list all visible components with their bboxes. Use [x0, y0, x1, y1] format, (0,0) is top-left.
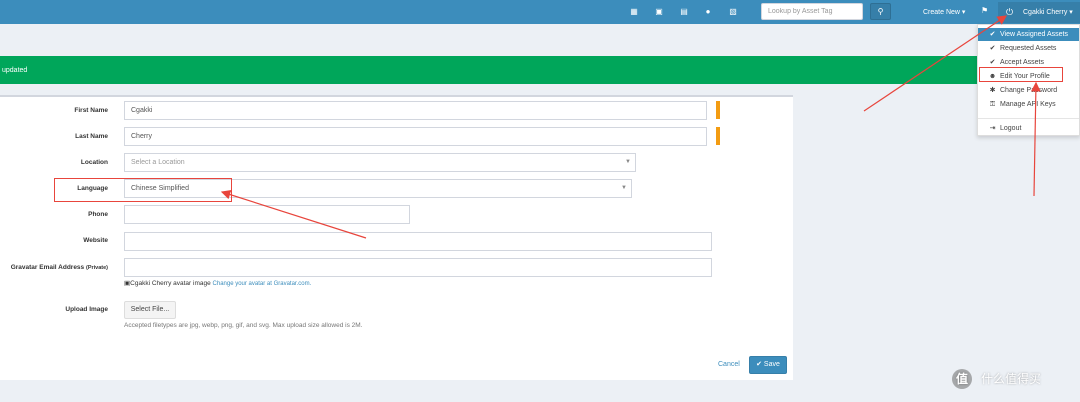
gravatar-link[interactable]: Change your avatar at Gravatar.com. — [213, 281, 312, 287]
required-indicator — [716, 101, 720, 119]
cancel-link[interactable]: Cancel — [718, 361, 740, 368]
success-alert: updated — [0, 56, 1080, 84]
edit-profile-highlight-box — [979, 67, 1063, 82]
menu-item-requested-assets[interactable]: ✔ Requested Assets — [978, 42, 1079, 55]
menu-item-label: Requested Assets — [1000, 45, 1057, 52]
check-icon: ✔ — [989, 31, 996, 38]
keyboard-icon[interactable]: ▤ — [679, 7, 689, 17]
first-name-label: First Name — [74, 107, 108, 114]
last-name-label: Last Name — [75, 133, 108, 140]
power-icon: ⏻ — [1006, 7, 1014, 17]
tint-icon[interactable]: ● — [703, 7, 713, 17]
menu-item-label: Logout — [1000, 125, 1022, 132]
website-label: Website — [83, 237, 108, 244]
phone-field[interactable] — [124, 205, 410, 224]
search-button[interactable]: ⚲ — [870, 3, 891, 20]
caret-down-icon: ▼ — [625, 159, 631, 165]
asset-tag-search-input[interactable] — [761, 3, 863, 20]
gravatar-label-text: Gravatar Email Address — [10, 264, 85, 271]
license-icon[interactable]: ▣ — [654, 7, 664, 17]
menu-divider — [978, 118, 1079, 119]
avatar-row: ▣Cgakki Cherry avatar image Change your … — [124, 279, 311, 287]
barcode-icon[interactable]: ▦ — [629, 7, 639, 17]
select-file-button[interactable]: Select File... — [124, 301, 176, 319]
menu-item-change-password[interactable]: ✱ Change Password — [978, 84, 1079, 97]
search-icon: ⚲ — [877, 7, 884, 16]
menu-item-view-assigned-assets[interactable]: ✔ View Assigned Assets — [978, 28, 1079, 41]
location-select[interactable]: Select a Location ▼ — [124, 153, 636, 172]
website-field[interactable] — [124, 232, 712, 251]
watermark-text: 什么值得买 — [981, 372, 1042, 386]
sign-out-icon: ⇥ — [989, 125, 996, 132]
alert-message: updated — [2, 67, 28, 74]
required-indicator — [716, 127, 720, 145]
menu-item-manage-api-keys[interactable]: ⚿ Manage API Keys — [978, 98, 1079, 111]
gravatar-email-field[interactable] — [124, 258, 712, 277]
menu-item-label: Manage API Keys — [1000, 101, 1056, 108]
menu-item-label: View Assigned Assets — [1000, 31, 1068, 38]
location-placeholder: Select a Location — [131, 159, 185, 166]
avatar-image-alt: Cgakki Cherry avatar image — [130, 280, 211, 287]
server-icon[interactable]: ▧ — [728, 7, 738, 17]
flag-icon[interactable]: ⚑ — [981, 6, 988, 15]
check-icon: ✔ — [989, 45, 996, 52]
menu-item-logout[interactable]: ⇥ Logout — [978, 122, 1079, 135]
user-name: Cgakki Cherry ▾ — [1023, 9, 1073, 16]
top-navbar: ▦ ▣ ▤ ● ▧ ⚲ Create New ▾ ⚑ ⏻ Cgakki Cher… — [0, 0, 1080, 24]
create-new-menu[interactable]: Create New ▾ — [923, 8, 965, 16]
gravatar-private-note: (Private) — [85, 265, 108, 271]
first-name-field[interactable]: Cgakki — [124, 101, 707, 120]
user-secret-icon: ⚿ — [989, 101, 996, 108]
watermark-logo: 值 — [952, 369, 972, 389]
upload-image-label: Upload Image — [65, 306, 108, 313]
last-name-field[interactable]: Cherry — [124, 127, 707, 146]
user-menu-toggle[interactable]: ⏻ Cgakki Cherry ▾ — [998, 2, 1080, 23]
language-highlight-box — [54, 178, 232, 202]
save-button[interactable]: ✔ Save — [749, 356, 787, 374]
upload-help-text: Accepted filetypes are jpg, webp, png, g… — [124, 322, 363, 329]
phone-label: Phone — [88, 211, 108, 218]
asterisk-icon: ✱ — [989, 87, 996, 94]
gravatar-label: Gravatar Email Address (Private) — [0, 264, 108, 271]
location-label: Location — [80, 159, 108, 166]
menu-item-label: Change Password — [1000, 87, 1058, 94]
caret-down-icon: ▼ — [621, 185, 627, 191]
